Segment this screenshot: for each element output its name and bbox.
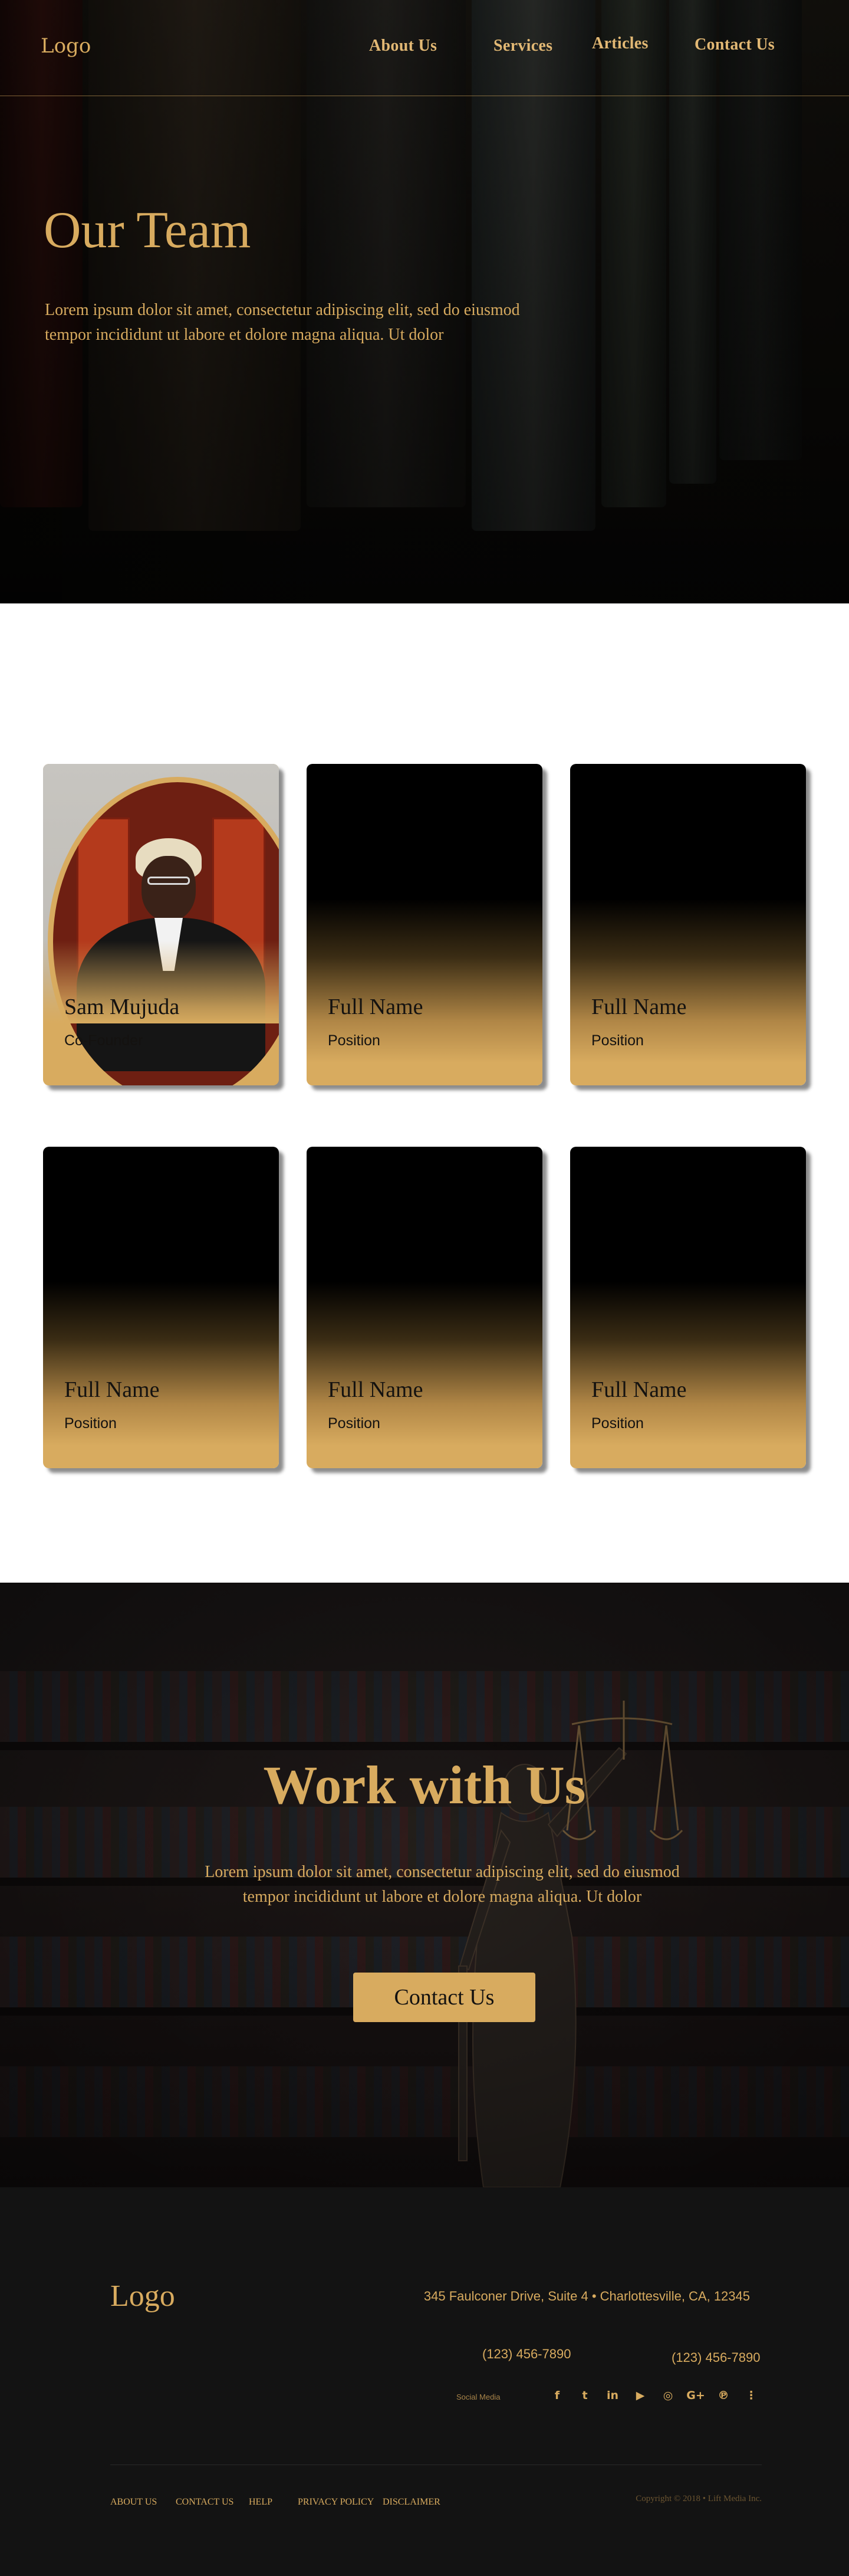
facebook-icon[interactable]: f bbox=[548, 2385, 566, 2406]
member-name: Full Name bbox=[591, 995, 687, 1019]
footer-phone[interactable]: (123) 456-7890 bbox=[672, 2350, 760, 2365]
member-position: Position bbox=[64, 1415, 117, 1432]
team-card[interactable]: Full Name Position bbox=[570, 764, 806, 1085]
member-position: Co-Founder bbox=[64, 1032, 143, 1049]
work-with-us-description: Lorem ipsum dolor sit amet, consectetur … bbox=[205, 1863, 680, 1906]
top-navigation: Logo About Us Services Articles Contact … bbox=[0, 0, 849, 96]
member-name: Sam Mujuda bbox=[64, 995, 180, 1019]
site-footer: Logo 345 Faulconer Drive, Suite 4 • Char… bbox=[0, 2187, 849, 2576]
member-name: Full Name bbox=[328, 1377, 423, 1402]
team-section: Sam Mujuda Co-Founder Full Name Position… bbox=[0, 603, 849, 1583]
work-with-us-title: Work with Us bbox=[263, 1755, 586, 1815]
team-card[interactable]: Full Name Position bbox=[307, 764, 542, 1085]
footer-link-help[interactable]: HELP bbox=[249, 2497, 272, 2508]
footer-logo[interactable]: Logo bbox=[110, 2279, 175, 2314]
nav-articles[interactable]: Articles bbox=[592, 34, 649, 53]
member-photo bbox=[43, 764, 279, 1085]
member-position: Position bbox=[328, 1415, 380, 1432]
member-name: Full Name bbox=[591, 1377, 687, 1402]
nav-contact-us[interactable]: Contact Us bbox=[695, 35, 775, 54]
google-plus-icon[interactable]: G+ bbox=[686, 2385, 705, 2406]
member-position: Position bbox=[591, 1415, 644, 1432]
nav-services[interactable]: Services bbox=[493, 37, 552, 55]
contact-us-button[interactable]: Contact Us bbox=[353, 1973, 535, 2022]
team-card[interactable]: Full Name Position bbox=[570, 1147, 806, 1468]
footer-links: ABOUT US CONTACT US HELP PRIVACY POLICY … bbox=[110, 2497, 523, 2511]
member-position: Position bbox=[591, 1032, 644, 1049]
rss-icon[interactable]: ⋮ bbox=[742, 2385, 760, 2406]
footer-link-contact-us[interactable]: CONTACT US bbox=[176, 2497, 233, 2508]
photo-face bbox=[142, 856, 196, 921]
footer-address: 345 Faulconer Drive, Suite 4 • Charlotte… bbox=[423, 2289, 750, 2303]
nav-links: About Us Services Articles Contact Us bbox=[0, 34, 849, 60]
team-card[interactable]: Sam Mujuda Co-Founder bbox=[43, 764, 279, 1085]
pinterest-icon[interactable]: ℗ bbox=[715, 2385, 732, 2406]
hero-section: Logo About Us Services Articles Contact … bbox=[0, 0, 849, 603]
hero-description: Lorem ipsum dolor sit amet, consectetur … bbox=[45, 301, 520, 344]
page-title: Our Team bbox=[44, 202, 251, 259]
instagram-icon[interactable]: ◎ bbox=[659, 2385, 677, 2406]
photo-glasses bbox=[147, 877, 190, 885]
team-card[interactable]: Full Name Position bbox=[307, 1147, 542, 1468]
youtube-icon[interactable]: ▶ bbox=[631, 2385, 649, 2406]
member-name: Full Name bbox=[328, 995, 423, 1019]
footer-link-about-us[interactable]: ABOUT US bbox=[110, 2497, 157, 2508]
linkedin-icon[interactable]: in bbox=[604, 2385, 621, 2406]
social-icons: f t in ▶ ◎ G+ ℗ ⋮ bbox=[548, 2385, 766, 2406]
member-position: Position bbox=[328, 1032, 380, 1049]
member-name: Full Name bbox=[64, 1377, 160, 1402]
footer-phone[interactable]: (123) 456-7890 bbox=[482, 2347, 571, 2362]
twitter-icon[interactable]: t bbox=[576, 2385, 594, 2406]
footer-link-disclaimer[interactable]: DISCLAIMER bbox=[383, 2497, 440, 2508]
footer-link-privacy-policy[interactable]: PRIVACY POLICY bbox=[298, 2497, 374, 2508]
work-with-us-section: Work with Us Lorem ipsum dolor sit amet,… bbox=[0, 1583, 849, 2187]
nav-about-us[interactable]: About Us bbox=[369, 37, 437, 55]
team-card[interactable]: Full Name Position bbox=[43, 1147, 279, 1468]
copyright: Copyright © 2018 • Lift Media Inc. bbox=[636, 2494, 762, 2503]
social-media-label: Social Media bbox=[456, 2393, 501, 2401]
